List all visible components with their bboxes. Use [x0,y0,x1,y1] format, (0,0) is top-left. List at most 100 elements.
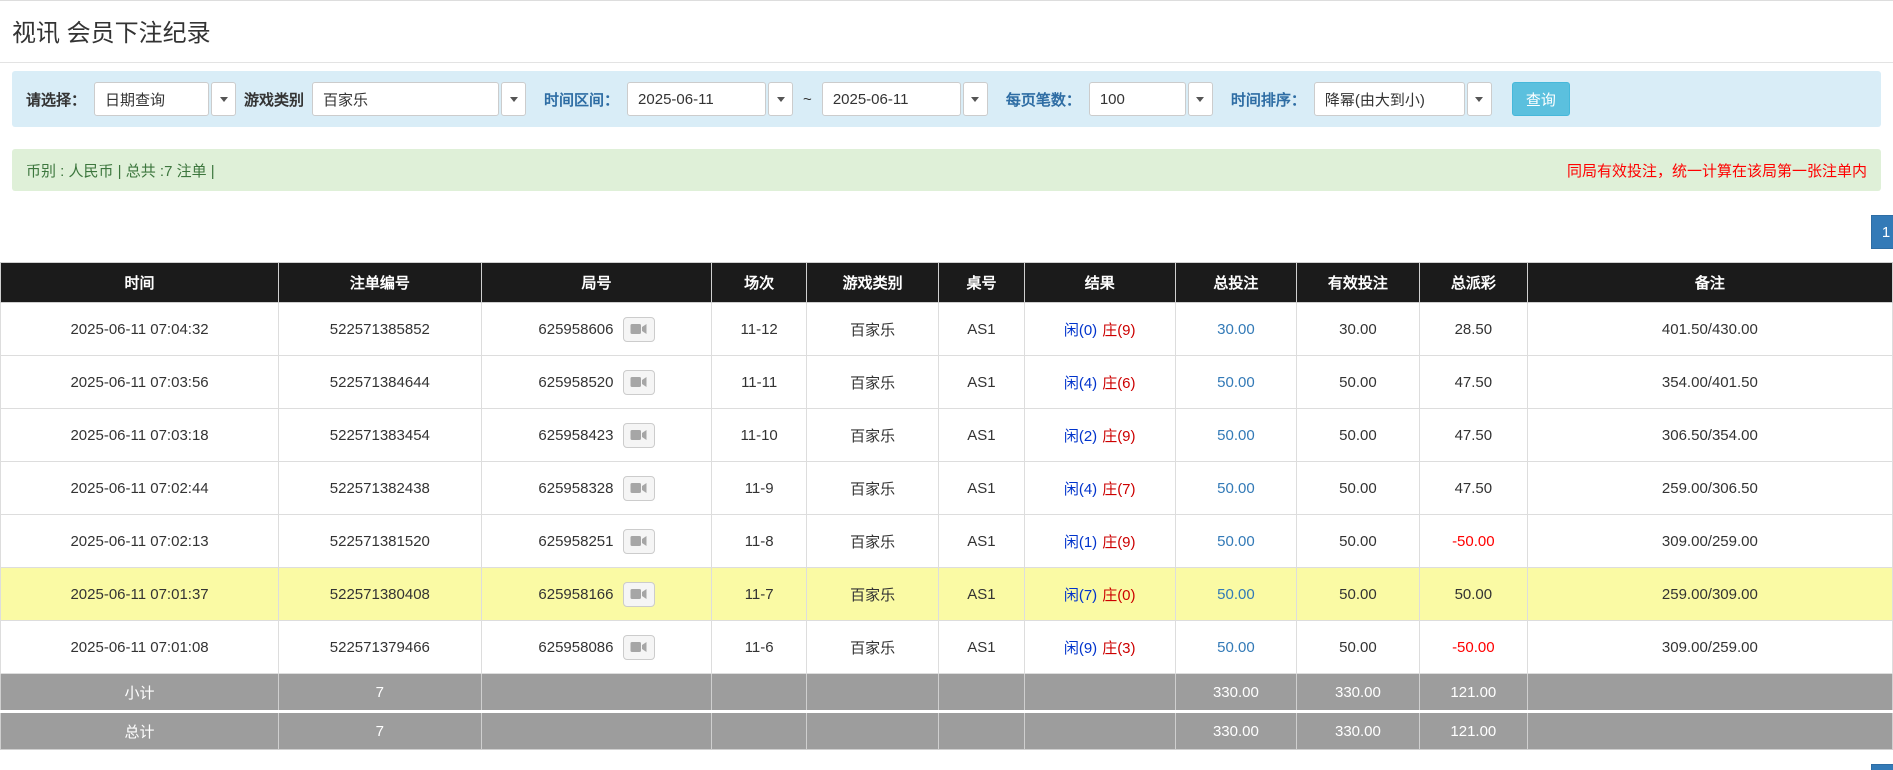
page-size-caret-button[interactable] [1188,82,1213,116]
cell-game-type: 百家乐 [806,621,938,674]
cell-total-bet: 50.00 [1175,621,1296,674]
video-replay-button[interactable] [623,317,655,342]
total-bet-link[interactable]: 50.00 [1217,427,1255,444]
sort-order-value[interactable]: 降幂(由大到小) [1314,82,1465,116]
summary-bar: 币别 : 人民币 | 总共 :7 注单 | 同局有效投注，统一计算在该局第一张注… [12,149,1881,191]
total-bet-link[interactable]: 30.00 [1217,321,1255,338]
empty-cell [481,712,712,750]
cell-bet-id: 522571381520 [279,515,481,568]
query-type-value[interactable]: 日期查询 [94,82,209,116]
video-replay-button[interactable] [623,635,655,660]
table-row: 2025-06-11 07:01:08 522571379466 6259580… [1,621,1893,674]
total-bet-link[interactable]: 50.00 [1217,480,1255,497]
page-1-button-bottom[interactable]: 1 [1871,764,1893,770]
chevron-down-icon [1475,97,1483,102]
column-header: 局号 [481,263,712,303]
cell-game-type: 百家乐 [806,303,938,356]
video-replay-button[interactable] [623,370,655,395]
video-replay-button[interactable] [623,476,655,501]
game-type-value[interactable]: 百家乐 [312,82,499,116]
page-size-label: 每页笔数： [1006,89,1081,110]
cell-round-id: 625958606 [481,303,712,356]
cell-remark: 309.00/259.00 [1527,515,1892,568]
date-from-value[interactable]: 2025-06-11 [627,82,766,116]
total-bet-link[interactable]: 50.00 [1217,586,1255,603]
total-bet-link[interactable]: 50.00 [1217,639,1255,656]
cell-payout: 47.50 [1419,356,1527,409]
page-size-value[interactable]: 100 [1089,82,1186,116]
cell-time: 2025-06-11 07:01:08 [1,621,279,674]
cell-valid-bet: 30.00 [1296,303,1419,356]
cell-result: 闲(2)庄(9) [1024,409,1175,462]
page-title: 视讯 会员下注纪录 [12,1,1881,62]
video-replay-button[interactable] [623,529,655,554]
round-id-text: 625958086 [538,639,613,656]
total-bet-link[interactable]: 50.00 [1217,374,1255,391]
date-to-caret-button[interactable] [963,82,988,116]
cell-result: 闲(7)庄(0) [1024,568,1175,621]
cell-session: 11-8 [712,515,807,568]
video-camera-icon [630,323,647,335]
cell-payout: 47.50 [1419,409,1527,462]
result-banker: 庄(7) [1102,481,1135,498]
round-id-text: 625958520 [538,374,613,391]
game-type-select[interactable]: 百家乐 [312,82,526,116]
chevron-down-icon [777,97,785,102]
cell-game-type: 百家乐 [806,356,938,409]
empty-cell [712,712,807,750]
cell-game-type: 百家乐 [806,462,938,515]
cell-result: 闲(4)庄(6) [1024,356,1175,409]
query-type-select[interactable]: 日期查询 [94,82,236,116]
date-to-picker[interactable]: 2025-06-11 [822,82,988,116]
cell-game-type: 百家乐 [806,409,938,462]
cell-bet-id: 522571380408 [279,568,481,621]
chevron-down-icon [1196,97,1204,102]
sort-order-caret-button[interactable] [1467,82,1492,116]
empty-cell [806,674,938,712]
video-replay-button[interactable] [623,423,655,448]
pagination-top: 1 [12,215,1881,249]
date-to-value[interactable]: 2025-06-11 [822,82,961,116]
date-range-separator: ~ [801,91,814,108]
round-id-text: 625958328 [538,480,613,497]
sort-order-select[interactable]: 降幂(由大到小) [1314,82,1492,116]
page-size-select[interactable]: 100 [1089,82,1213,116]
cell-bet-id: 522571382438 [279,462,481,515]
cell-bet-id: 522571383454 [279,409,481,462]
cell-payout: 47.50 [1419,462,1527,515]
cell-table-no: AS1 [939,515,1024,568]
page-1-button[interactable]: 1 [1871,215,1893,249]
cell-round-id: 625958251 [481,515,712,568]
result-player: 闲(2) [1064,428,1097,445]
column-header: 有效投注 [1296,263,1419,303]
cell-table-no: AS1 [939,621,1024,674]
summary-valid-bet-cell: 330.00 [1296,674,1419,712]
cell-session: 11-9 [712,462,807,515]
search-button[interactable]: 查询 [1512,82,1570,116]
cell-round-id: 625958423 [481,409,712,462]
empty-cell [806,712,938,750]
video-replay-button[interactable] [623,582,655,607]
date-from-caret-button[interactable] [768,82,793,116]
table-row: 2025-06-11 07:02:44 522571382438 6259583… [1,462,1893,515]
game-type-caret-button[interactable] [501,82,526,116]
cell-remark: 306.50/354.00 [1527,409,1892,462]
cell-time: 2025-06-11 07:03:18 [1,409,279,462]
query-type-caret-button[interactable] [211,82,236,116]
title-divider [0,62,1893,63]
date-range-label: 时间区间： [544,89,619,110]
cell-time: 2025-06-11 07:01:37 [1,568,279,621]
page: 视讯 会员下注纪录 请选择： 日期查询 游戏类别 百家乐 时间区间： 2025-… [0,1,1893,770]
result-player: 闲(9) [1064,640,1097,657]
cell-time: 2025-06-11 07:02:13 [1,515,279,568]
game-type-label: 游戏类别 [244,89,304,110]
empty-cell [1024,712,1175,750]
total-bet-link[interactable]: 50.00 [1217,533,1255,550]
table-row: 2025-06-11 07:03:18 522571383454 6259584… [1,409,1893,462]
date-from-picker[interactable]: 2025-06-11 [627,82,793,116]
cell-payout: -50.00 [1419,515,1527,568]
table-row: 2025-06-11 07:02:13 522571381520 6259582… [1,515,1893,568]
cell-remark: 401.50/430.00 [1527,303,1892,356]
cell-valid-bet: 50.00 [1296,515,1419,568]
summary-label-cell: 小计 [1,674,279,712]
